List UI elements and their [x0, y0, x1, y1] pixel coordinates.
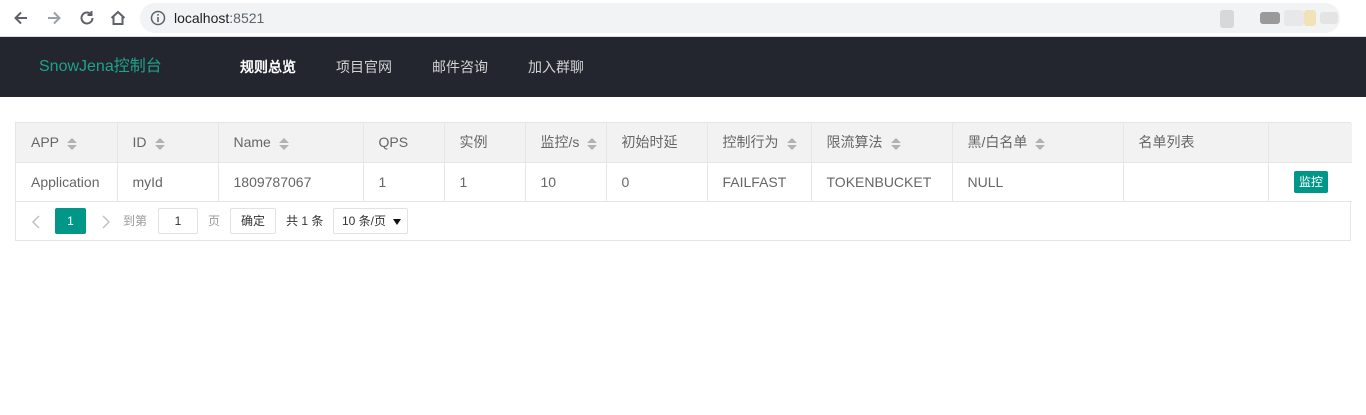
monitor-button[interactable]: 监控 [1293, 170, 1328, 193]
sort-icon[interactable] [278, 137, 289, 150]
column-header-name[interactable]: Name [218, 123, 364, 163]
forward-button[interactable] [42, 6, 66, 30]
cell-control-behavior: FAILFAST [707, 162, 812, 202]
column-header-algorithm[interactable]: 限流算法 [811, 123, 953, 163]
table-row: Application myId 1809787067 1 1 10 0 FAI… [16, 162, 1352, 202]
column-header-list: 名单列表 [1123, 123, 1269, 163]
nav-item-rules-overview[interactable]: 规则总览 [240, 59, 296, 75]
cell-initial-delay: 0 [606, 162, 708, 202]
cell-instance: 1 [444, 162, 526, 202]
cell-black-white-list: NULL [952, 162, 1124, 202]
page-unit-label: 页 [208, 214, 221, 228]
cell-algorithm: TOKENBUCKET [811, 162, 953, 202]
url-text: localhost:8521 [174, 10, 265, 26]
sort-icon[interactable] [587, 137, 598, 150]
back-arrow-icon [14, 11, 27, 25]
page-size-value: 10 条/页 [342, 214, 387, 228]
column-header-id[interactable]: ID [117, 123, 219, 163]
page-size-select[interactable]: 10 条/页 [333, 208, 408, 234]
cell-actions: 监控 [1268, 162, 1352, 202]
extensions-area [1220, 8, 1350, 30]
browser-toolbar: localhost:8521 [0, 0, 1366, 37]
total-count: 共 1 条 [286, 214, 324, 228]
cell-app: Application [16, 162, 118, 202]
sort-icon[interactable] [67, 137, 78, 150]
sort-icon[interactable] [1035, 137, 1046, 150]
column-header-initial-delay: 初始时延 [606, 123, 708, 163]
pagination: 1 到第 页 确定 共 1 条 10 条/页 [15, 207, 715, 237]
dropdown-caret-icon [393, 219, 401, 225]
rules-table: APP ID Name QPS 实例 监控/s 初始时延 控制行为 限流算法 黑… [16, 123, 1352, 202]
column-header-control-behavior[interactable]: 控制行为 [707, 123, 812, 163]
home-icon [110, 10, 126, 25]
sort-icon[interactable] [154, 137, 165, 150]
column-header-app[interactable]: APP [16, 123, 118, 163]
forward-arrow-icon [48, 11, 61, 25]
reload-button[interactable] [75, 6, 99, 30]
cell-monitor: 10 [525, 162, 607, 202]
sort-icon[interactable] [890, 137, 901, 150]
prev-page-icon[interactable] [28, 213, 46, 231]
back-button[interactable] [9, 6, 33, 30]
reload-icon [80, 11, 94, 25]
column-header-black-white-list[interactable]: 黑/白名单 [952, 123, 1124, 163]
cell-qps: 1 [363, 162, 445, 202]
column-header-qps: QPS [363, 123, 445, 163]
address-bar[interactable]: localhost:8521 [140, 3, 1340, 33]
confirm-button[interactable]: 确定 [230, 208, 276, 234]
column-header-instance: 实例 [444, 123, 526, 163]
next-page-icon[interactable] [96, 213, 114, 231]
goto-page-input[interactable] [158, 208, 198, 234]
cell-list [1123, 162, 1269, 202]
goto-label: 到第 [123, 214, 148, 228]
cell-name: 1809787067 [218, 162, 364, 202]
nav-item-join-group[interactable]: 加入群聊 [528, 59, 584, 75]
current-page-button[interactable]: 1 [55, 208, 86, 234]
table-header-row: APP ID Name QPS 实例 监控/s 初始时延 控制行为 限流算法 黑… [16, 123, 1352, 163]
column-header-monitor[interactable]: 监控/s [525, 123, 607, 163]
nav-item-email[interactable]: 邮件咨询 [432, 59, 488, 75]
info-icon[interactable] [150, 10, 166, 26]
app-header: SnowJena控制台 规则总览 项目官网 邮件咨询 加入群聊 [0, 37, 1366, 97]
home-button[interactable] [106, 6, 130, 30]
nav-item-project-site[interactable]: 项目官网 [336, 59, 392, 75]
sort-icon[interactable] [786, 137, 797, 150]
brand-logo[interactable]: SnowJena控制台 [39, 58, 162, 76]
column-header-actions [1268, 123, 1352, 163]
cell-id: myId [117, 162, 219, 202]
